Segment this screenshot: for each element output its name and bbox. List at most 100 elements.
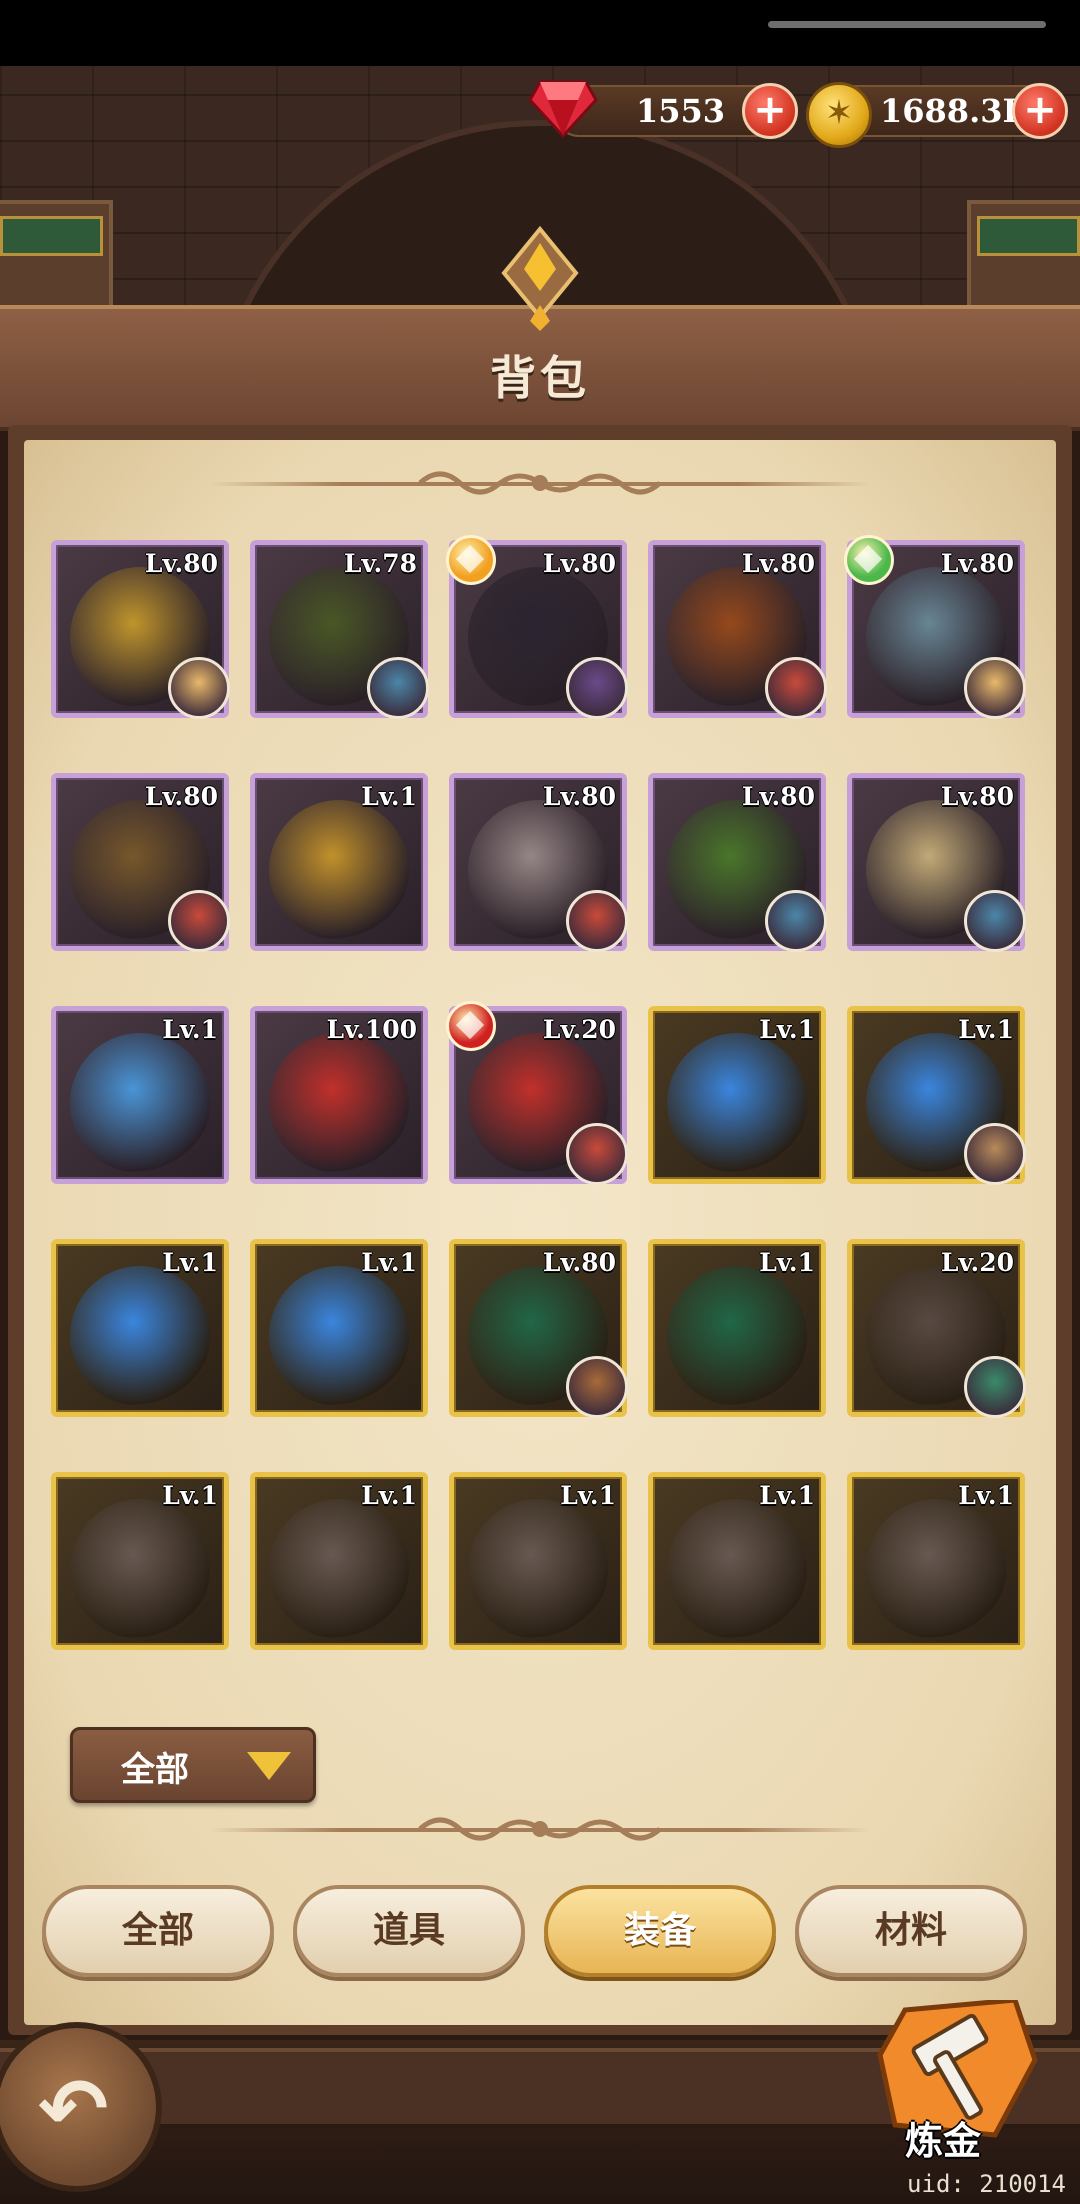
inventory-item[interactable]: Lv.80 [648,773,827,952]
inventory-item[interactable]: Lv.1 [648,1006,826,1184]
filter-dropdown[interactable]: 全部 [70,1727,316,1803]
item-level: Lv.100 [326,1015,417,1044]
item-level: Lv.80 [940,782,1014,811]
item-icon [667,1266,807,1406]
tab-label: 全部 [121,1910,194,1951]
inventory-item[interactable]: Lv.1 [51,1472,229,1650]
item-level: Lv.1 [162,1248,218,1277]
back-button[interactable]: ↶ [0,2022,162,2192]
item-icon [70,1499,210,1639]
hero-avatar-icon [765,890,827,952]
hero-avatar-icon [964,657,1026,719]
gold-coin-icon [806,82,872,148]
bottom-swirl-ornament [418,1817,662,1841]
tab-all[interactable]: 全部 [42,1885,274,1977]
rune-badge-icon [446,535,496,585]
item-level: Lv.20 [940,1248,1014,1277]
inventory-item[interactable]: Lv.80 [449,773,628,952]
item-level: Lv.80 [542,549,616,578]
dropdown-arrow-icon [247,1752,291,1780]
tab-items[interactable]: 道具 [293,1885,525,1977]
alchemy-label: 炼金 [905,2119,982,2163]
hero-avatar-icon [566,1123,628,1185]
item-icon [667,1499,807,1639]
inventory-item[interactable]: Lv.1 [648,1472,826,1650]
hero-avatar-icon [964,890,1026,952]
page-title: 背包 [490,351,590,405]
item-level: Lv.80 [542,1248,616,1277]
item-icon [70,1266,210,1406]
item-icon [468,1499,608,1639]
inventory-item[interactable]: Lv.1 [847,1006,1026,1185]
inventory-item[interactable]: Lv.1 [250,1239,428,1417]
tab-materials[interactable]: 材料 [795,1885,1027,1977]
ruby-gem-icon [528,80,598,139]
gold-count: 1688.3K [880,92,1031,130]
user-id: uid: 210014 [907,2170,1066,2198]
inventory-item[interactable]: Lv.1 [648,1239,826,1417]
left-pillar [0,200,113,318]
item-level: Lv.80 [741,782,815,811]
inventory-item[interactable]: Lv.1 [847,1472,1025,1650]
item-level: Lv.1 [560,1481,616,1510]
inventory-item[interactable]: Lv.80 [449,1239,628,1418]
inventory-item[interactable]: Lv.80 [51,540,230,719]
item-level: Lv.1 [162,1015,218,1044]
gem-count: 1553 [636,92,726,130]
hero-avatar-icon [566,657,628,719]
inventory-item[interactable]: Lv.80 [648,540,827,719]
item-level: Lv.80 [144,782,218,811]
top-swirl-ornament [418,471,662,495]
hero-avatar-icon [964,1356,1026,1418]
hero-avatar-icon [566,890,628,952]
item-level: Lv.80 [542,782,616,811]
add-gems-button[interactable]: + [742,83,798,139]
gesture-bar [768,21,1046,28]
item-level: Lv.1 [361,1481,417,1510]
hero-avatar-icon [367,657,429,719]
item-level: Lv.78 [343,549,417,578]
tab-label: 装备 [623,1910,696,1951]
hero-avatar-icon [566,1356,628,1418]
inventory-item[interactable]: Lv.20 [446,1001,628,1185]
inventory-item[interactable]: Lv.1 [51,1006,229,1184]
inventory-item[interactable]: Lv.100 [250,1006,428,1184]
item-level: Lv.1 [361,1248,417,1277]
item-level: Lv.1 [958,1015,1014,1044]
item-level: Lv.1 [759,1481,815,1510]
inventory-item[interactable]: Lv.80 [847,773,1026,952]
item-icon [269,1033,409,1173]
add-gold-button[interactable]: + [1012,83,1068,139]
item-level: Lv.1 [958,1481,1014,1510]
inventory-item[interactable]: Lv.80 [51,773,230,952]
item-icon [269,1499,409,1639]
tab-label: 材料 [874,1910,947,1951]
inventory-item[interactable]: Lv.20 [847,1239,1026,1418]
hero-avatar-icon [765,657,827,719]
item-icon [269,800,409,940]
tab-equipment[interactable]: 装备 [544,1885,776,1977]
inventory-item[interactable]: Lv.1 [250,773,428,951]
item-icon [70,1033,210,1173]
item-level: Lv.1 [162,1481,218,1510]
inventory-item[interactable]: Lv.78 [250,540,429,719]
hero-avatar-icon [168,890,230,952]
inventory-item[interactable]: Lv.80 [844,535,1026,719]
item-level: Lv.1 [759,1248,815,1277]
item-level: Lv.80 [144,549,218,578]
inventory-item[interactable]: Lv.1 [250,1472,428,1650]
inventory-item[interactable]: Lv.80 [446,535,628,719]
inventory-item[interactable]: Lv.1 [51,1239,229,1417]
crest-ornament-icon [501,225,579,331]
rune-badge-icon [844,535,894,585]
hero-avatar-icon [168,657,230,719]
item-icon [866,1499,1006,1639]
back-arrow-icon: ↶ [38,2060,109,2158]
rune-badge-icon [446,1001,496,1051]
status-bar [0,0,1080,66]
item-icon [667,1033,807,1173]
tab-label: 道具 [372,1910,445,1951]
item-level: Lv.80 [940,549,1014,578]
right-pillar [967,200,1080,318]
inventory-item[interactable]: Lv.1 [449,1472,627,1650]
